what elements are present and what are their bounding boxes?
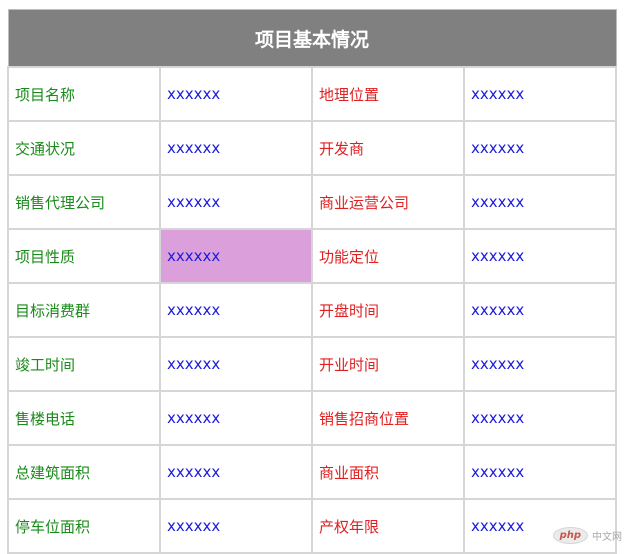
- php-logo-icon: php: [553, 527, 588, 544]
- cell-value-positioning[interactable]: xxxxxx: [464, 229, 616, 283]
- table-row: 竣工时间 xxxxxx 开业时间 xxxxxx: [8, 337, 616, 391]
- cell-label-commercial-area: 商业面积: [312, 445, 464, 499]
- cell-label-opening-time: 开盘时间: [312, 283, 464, 337]
- cell-value-property-term[interactable]: xxxxxx: [464, 499, 616, 553]
- cell-value-business-start[interactable]: xxxxxx: [464, 337, 616, 391]
- table-title: 项目基本情况: [8, 10, 616, 68]
- cell-value-location[interactable]: xxxxxx: [464, 67, 616, 121]
- table-row: 项目性质 xxxxxx 功能定位 xxxxxx: [8, 229, 616, 283]
- cell-label-developer: 开发商: [312, 121, 464, 175]
- cell-value-project-name[interactable]: xxxxxx: [160, 67, 312, 121]
- cell-value-sales-phone[interactable]: xxxxxx: [160, 391, 312, 445]
- table-row: 售楼电话 xxxxxx 销售招商位置 xxxxxx: [8, 391, 616, 445]
- table-row: 销售代理公司 xxxxxx 商业运营公司 xxxxxx: [8, 175, 616, 229]
- cell-label-completion-time: 竣工时间: [8, 337, 160, 391]
- cell-value-operator[interactable]: xxxxxx: [464, 175, 616, 229]
- cell-label-parking-area: 停车位面积: [8, 499, 160, 553]
- cell-label-total-area: 总建筑面积: [8, 445, 160, 499]
- cell-label-target-group: 目标消费群: [8, 283, 160, 337]
- cell-value-target-group[interactable]: xxxxxx: [160, 283, 312, 337]
- watermark-text: 中文网: [592, 528, 622, 543]
- cell-value-sales-agent[interactable]: xxxxxx: [160, 175, 312, 229]
- cell-label-property-term: 产权年限: [312, 499, 464, 553]
- cell-label-positioning: 功能定位: [312, 229, 464, 283]
- cell-value-sales-office[interactable]: xxxxxx: [464, 391, 616, 445]
- cell-value-total-area[interactable]: xxxxxx: [160, 445, 312, 499]
- table-header-row: 项目基本情况: [8, 10, 616, 68]
- cell-label-traffic: 交通状况: [8, 121, 160, 175]
- table-row: 项目名称 xxxxxx 地理位置 xxxxxx: [8, 67, 616, 121]
- cell-label-sales-office: 销售招商位置: [312, 391, 464, 445]
- cell-label-location: 地理位置: [312, 67, 464, 121]
- project-info-table: 项目基本情况 项目名称 xxxxxx 地理位置 xxxxxx 交通状况 xxxx…: [7, 9, 617, 554]
- cell-value-parking-area[interactable]: xxxxxx: [160, 499, 312, 553]
- table-row: 目标消费群 xxxxxx 开盘时间 xxxxxx: [8, 283, 616, 337]
- table-row: 停车位面积 xxxxxx 产权年限 xxxxxx: [8, 499, 616, 553]
- table-row: 交通状况 xxxxxx 开发商 xxxxxx: [8, 121, 616, 175]
- watermark: php 中文网: [553, 527, 622, 544]
- project-info-container: 项目基本情况 项目名称 xxxxxx 地理位置 xxxxxx 交通状况 xxxx…: [7, 9, 617, 554]
- cell-label-project-name: 项目名称: [8, 67, 160, 121]
- cell-value-commercial-area[interactable]: xxxxxx: [464, 445, 616, 499]
- table-row: 总建筑面积 xxxxxx 商业面积 xxxxxx: [8, 445, 616, 499]
- cell-label-business-start: 开业时间: [312, 337, 464, 391]
- cell-label-operator: 商业运营公司: [312, 175, 464, 229]
- cell-label-sales-agent: 销售代理公司: [8, 175, 160, 229]
- cell-value-nature-selected[interactable]: xxxxxx: [160, 229, 312, 283]
- cell-value-opening-time[interactable]: xxxxxx: [464, 283, 616, 337]
- cell-value-developer[interactable]: xxxxxx: [464, 121, 616, 175]
- cell-label-nature: 项目性质: [8, 229, 160, 283]
- cell-label-sales-phone: 售楼电话: [8, 391, 160, 445]
- cell-value-traffic[interactable]: xxxxxx: [160, 121, 312, 175]
- cell-value-completion-time[interactable]: xxxxxx: [160, 337, 312, 391]
